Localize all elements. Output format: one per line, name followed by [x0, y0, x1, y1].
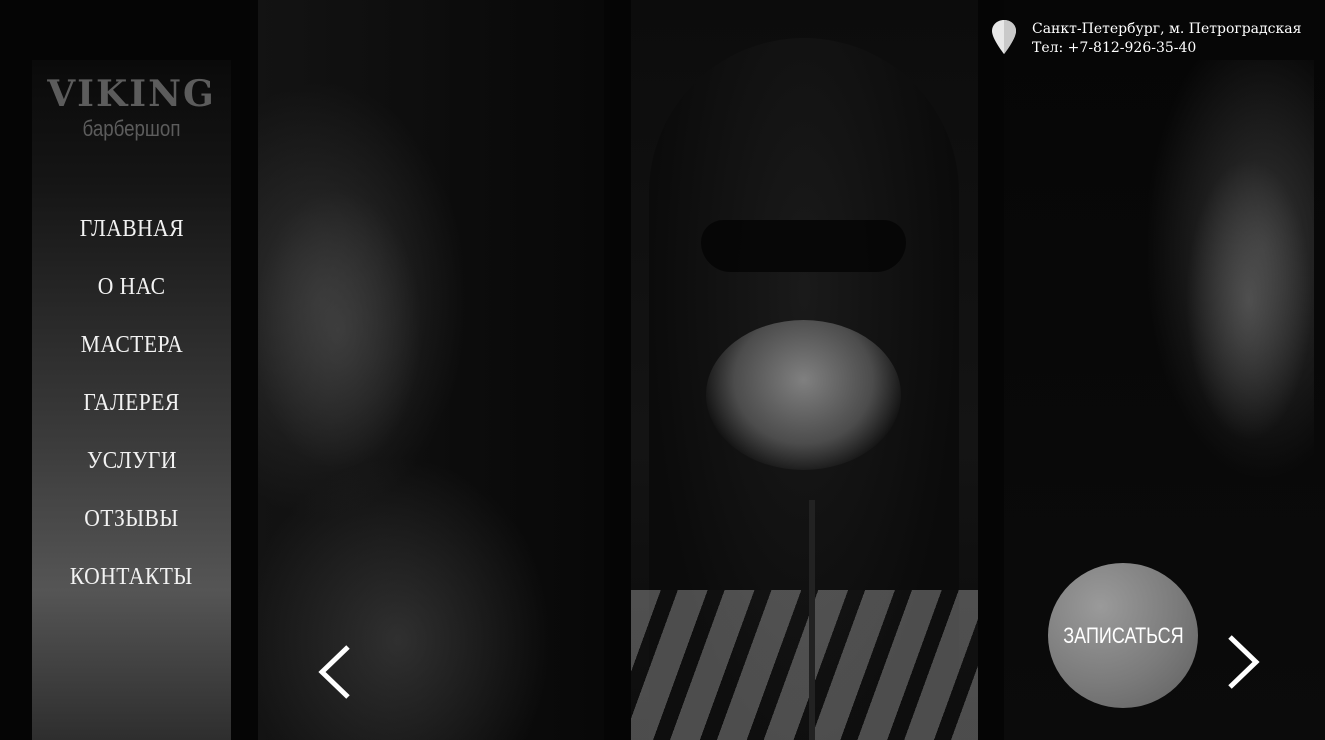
nav-item-label: ГАЛЕРЕЯ	[83, 389, 180, 416]
book-appointment-button[interactable]: ЗАПИСАТЬСЯ	[1048, 563, 1198, 708]
slider-prev-button[interactable]	[316, 644, 356, 700]
nav-item-home[interactable]: ГЛАВНАЯ	[32, 200, 231, 258]
nav-item-label: УСЛУГИ	[86, 447, 177, 474]
chevron-right-icon	[1228, 635, 1260, 689]
nav-item-label: КОНТАКТЫ	[70, 563, 193, 590]
logo-title: VIKING	[47, 73, 216, 115]
nav-item-masters[interactable]: МАСТЕРА	[32, 316, 231, 374]
beard	[706, 320, 901, 470]
contact-address: Санкт-Петербург, м. Петроградская	[1032, 21, 1302, 37]
sunglasses	[701, 220, 906, 272]
nav-item-contacts[interactable]: КОНТАКТЫ	[32, 548, 231, 606]
zipper	[809, 500, 815, 740]
barber-profile-right	[1144, 60, 1314, 480]
contact-phone[interactable]: Тел: +7-812-926-35-40	[1032, 39, 1301, 58]
nav-item-reviews[interactable]: ОТЗЫВЫ	[32, 490, 231, 548]
slide-photo-center	[631, 0, 978, 740]
nav-item-label: О НАС	[97, 273, 166, 300]
nav-item-services[interactable]: УСЛУГИ	[32, 432, 231, 490]
chevron-left-icon	[318, 645, 350, 699]
nav-item-about[interactable]: О НАС	[32, 258, 231, 316]
nav-item-label: МАСТЕРА	[80, 331, 183, 358]
logo-subtitle: барбершоп	[82, 116, 181, 141]
slide-photo-left	[258, 0, 604, 740]
slider-next-button[interactable]	[1222, 634, 1262, 690]
location-pin-icon	[992, 20, 1016, 54]
shirt-print	[631, 590, 978, 740]
nav-item-label: ОТЗЫВЫ	[84, 505, 179, 532]
main-nav: ГЛАВНАЯ О НАС МАСТЕРА ГАЛЕРЕЯ УСЛУГИ ОТЗ…	[32, 200, 231, 606]
contact-info: Санкт-Петербург, м. Петроградская Тел: +…	[992, 20, 1301, 58]
logo[interactable]: VIKING барбершоп	[32, 74, 231, 142]
nav-item-gallery[interactable]: ГАЛЕРЕЯ	[32, 374, 231, 432]
sidebar: VIKING барбершоп ГЛАВНАЯ О НАС МАСТЕРА Г…	[32, 60, 231, 740]
barber-profile-left	[258, 80, 468, 520]
book-appointment-label: ЗАПИСАТЬСЯ	[1062, 622, 1184, 648]
nav-item-label: ГЛАВНАЯ	[79, 215, 184, 242]
